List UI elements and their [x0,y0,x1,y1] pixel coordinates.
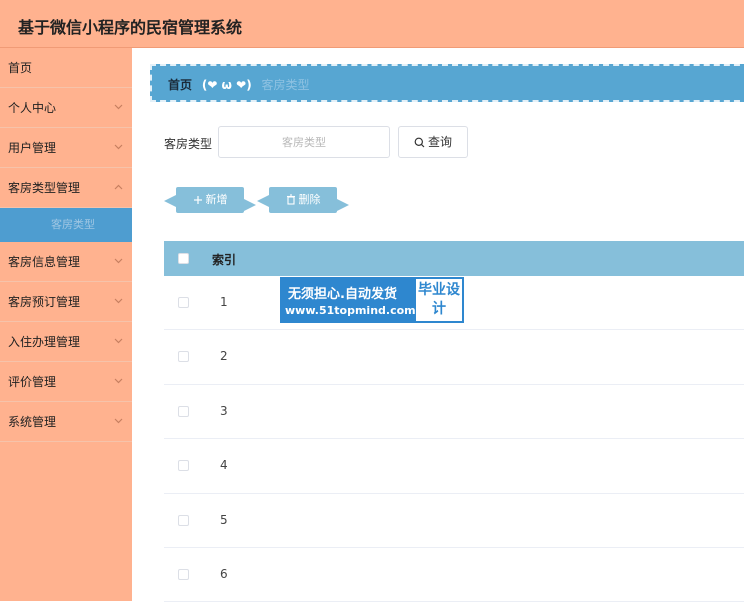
row-checkbox[interactable] [178,514,189,526]
chevron-down-icon [114,242,124,282]
row-index: 5 [220,512,228,527]
main-content: 首页 (❤ ω ❤) 客房类型 客房类型 查询 新增 删除 索引 1 2 3 4… [132,48,744,602]
room-type-search-input[interactable] [218,126,390,158]
watermark-banner: 无须担心.自动发货 www.51topmind.com 毕业设计 [280,277,464,323]
add-button-label: 新增 [205,193,228,206]
sidebar-item-label: 客房类型管理 [8,181,81,195]
sidebar-subitem-room-type[interactable]: 客房类型 [0,208,132,242]
watermark-side-text: 毕业设计 [416,279,462,321]
table-row: 2 [164,330,744,385]
sidebar-item-review-management[interactable]: 评价管理 [0,362,132,402]
row-checkbox[interactable] [178,351,189,363]
sidebar-item-user-management[interactable]: 用户管理 [0,128,132,168]
app-title: 基于微信小程序的民宿管理系统 [18,18,243,37]
sidebar-item-label: 入住办理管理 [8,335,81,349]
delete-button-label: 删除 [298,193,321,206]
chevron-down-icon [114,362,124,402]
row-index: 1 [220,295,228,309]
select-all-checkbox[interactable] [178,253,189,264]
column-header-index: 索引 [212,253,237,267]
sidebar-item-system-management[interactable]: 系统管理 [0,402,132,442]
plus-icon [193,196,202,204]
sidebar-item-label: 首页 [8,61,33,75]
table-header: 索引 [164,241,744,276]
chevron-down-icon [114,402,124,442]
app-header: 基于微信小程序的民宿管理系统 [0,0,744,48]
breadcrumb-emoticon: (❤ ω ❤) [201,78,252,92]
row-index: 6 [220,566,228,581]
breadcrumb-current: 客房类型 [261,78,310,92]
search-icon [414,137,425,148]
breadcrumb: 首页 (❤ ω ❤) 客房类型 [150,64,744,102]
table-row: 3 [164,384,744,440]
search-label: 客房类型 [164,137,213,151]
add-button[interactable]: 新增 [164,187,256,213]
row-index: 3 [220,403,228,418]
table-row: 4 [164,439,744,494]
row-index: 4 [220,458,228,473]
watermark-line1: 无须担心.自动发货 [288,287,397,302]
sidebar-item-checkin-management[interactable]: 入住办理管理 [0,322,132,362]
row-checkbox[interactable] [178,297,189,308]
chevron-down-icon [114,322,124,362]
sidebar-item-label: 个人中心 [8,101,57,115]
row-checkbox[interactable] [178,460,189,472]
sidebar-item-label: 系统管理 [8,415,57,429]
sidebar-item-home[interactable]: 首页 [0,48,132,88]
sidebar-item-room-type-management[interactable]: 客房类型管理 [0,168,132,208]
chevron-down-icon [114,128,124,168]
table-row: 6 [164,547,744,602]
chevron-up-icon [114,168,124,208]
table-row: 5 [164,493,744,548]
breadcrumb-home[interactable]: 首页 [168,78,192,92]
query-button[interactable]: 查询 [398,126,468,158]
sidebar-item-label: 客房信息管理 [8,255,81,269]
sidebar-item-label: 评价管理 [8,375,57,389]
chevron-down-icon [114,282,124,322]
sidebar-item-label: 用户管理 [8,141,57,155]
row-checkbox[interactable] [178,568,189,580]
row-index: 2 [220,349,228,364]
sidebar-item-room-info-management[interactable]: 客房信息管理 [0,242,132,282]
sidebar-item-label: 客房预订管理 [8,295,81,309]
watermark-url: www.51topmind.com [285,304,416,317]
sidebar-item-booking-management[interactable]: 客房预订管理 [0,282,132,322]
trash-icon [286,194,295,205]
sidebar-item-personal-center[interactable]: 个人中心 [0,88,132,128]
delete-button[interactable]: 删除 [257,187,349,213]
chevron-down-icon [114,88,124,128]
sidebar: 首页 个人中心 用户管理 客房类型管理 客房类型 客房信息管理 客房预订管理 入… [0,48,132,601]
query-button-label: 查询 [427,135,452,149]
row-checkbox[interactable] [178,405,189,417]
